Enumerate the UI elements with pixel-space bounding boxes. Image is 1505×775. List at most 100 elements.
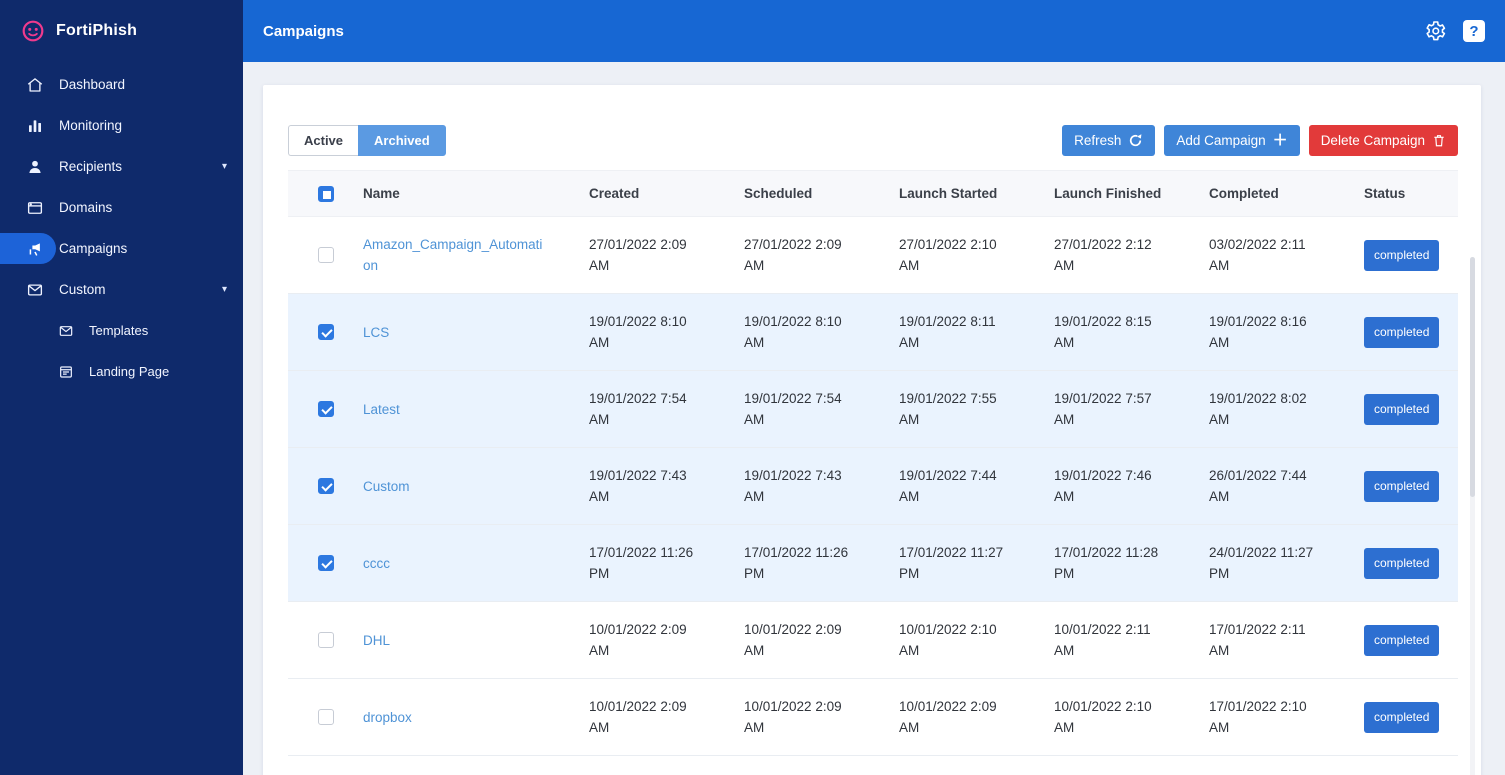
- tabs: Active Archived: [288, 125, 446, 156]
- plus-icon: ＋: [1272, 132, 1288, 149]
- column-header-launch-finished[interactable]: Launch Finished: [1054, 183, 1209, 204]
- content: Active Archived Refresh Add Campaign ＋ D…: [243, 62, 1505, 775]
- created-cell: 19/01/2022 7:43 AM: [589, 468, 687, 504]
- row-checkbox[interactable]: [317, 247, 334, 263]
- tab-active[interactable]: Active: [288, 125, 359, 156]
- table-scrollbar[interactable]: [1470, 257, 1475, 775]
- table-header: Name Created Scheduled Launch Started La…: [288, 170, 1458, 217]
- scheduled-cell: 17/01/2022 11:26 PM: [744, 545, 849, 581]
- row-checkbox[interactable]: [317, 555, 334, 571]
- sidebar-item-custom[interactable]: Custom ▾: [0, 269, 243, 310]
- completed-cell: 03/02/2022 2:11 AM: [1209, 237, 1306, 273]
- table-row: LCS 19/01/2022 8:10 AM 19/01/2022 8:10 A…: [288, 294, 1458, 371]
- chevron-down-icon: ▾: [221, 161, 227, 172]
- launch-started-cell: 17/01/2022 11:27 PM: [899, 545, 1004, 581]
- refresh-button[interactable]: Refresh: [1062, 125, 1156, 156]
- scheduled-cell: 19/01/2022 7:54 AM: [744, 391, 842, 427]
- row-checkbox[interactable]: [317, 709, 334, 725]
- sidebar-item-recipients[interactable]: Recipients ▾: [0, 146, 243, 187]
- fortiphish-logo-icon: [20, 18, 46, 44]
- campaigns-card: Active Archived Refresh Add Campaign ＋ D…: [263, 85, 1481, 775]
- envelope-icon: [58, 323, 74, 339]
- table-row: Latest 19/01/2022 7:54 AM 19/01/2022 7:5…: [288, 371, 1458, 448]
- column-header-scheduled[interactable]: Scheduled: [744, 183, 899, 204]
- column-header-launch-started[interactable]: Launch Started: [899, 183, 1054, 204]
- launch-started-cell: 19/01/2022 8:11 AM: [899, 314, 996, 350]
- row-checkbox[interactable]: [317, 478, 334, 494]
- sidebar-nav: Dashboard Monitoring Recipients ▾ Domain…: [0, 62, 243, 392]
- row-checkbox[interactable]: [317, 324, 334, 340]
- help-icon[interactable]: ?: [1463, 20, 1485, 42]
- settings-gear-icon[interactable]: [1423, 19, 1447, 43]
- app-root: FortiPhish Dashboard Monitoring Recipien…: [0, 0, 1505, 775]
- sidebar-item-label: Recipients: [59, 159, 123, 174]
- launch-finished-cell: 10/01/2022 2:11 AM: [1054, 622, 1151, 658]
- table-body: Amazon_Campaign_Automation 27/01/2022 2:…: [288, 217, 1458, 756]
- table-row: dropbox 10/01/2022 2:09 AM 10/01/2022 2:…: [288, 679, 1458, 756]
- refresh-icon: [1128, 133, 1143, 148]
- table-row: Amazon_Campaign_Automation 27/01/2022 2:…: [288, 217, 1458, 294]
- launch-finished-cell: 10/01/2022 2:10 AM: [1054, 699, 1152, 735]
- envelope-icon: [26, 281, 44, 299]
- sidebar: FortiPhish Dashboard Monitoring Recipien…: [0, 0, 243, 775]
- sidebar-item-campaigns[interactable]: Campaigns: [0, 228, 243, 269]
- sidebar-item-templates[interactable]: Templates: [0, 310, 243, 351]
- campaign-name-link[interactable]: Custom: [363, 479, 410, 494]
- launch-finished-cell: 19/01/2022 7:57 AM: [1054, 391, 1152, 427]
- campaign-name-link[interactable]: DHL: [363, 633, 390, 648]
- delete-campaign-label: Delete Campaign: [1320, 133, 1425, 148]
- brand-name: FortiPhish: [56, 22, 138, 39]
- campaign-name-link[interactable]: Latest: [363, 402, 400, 417]
- scrollbar-thumb[interactable]: [1470, 257, 1475, 497]
- sidebar-item-label: Landing Page: [89, 364, 170, 379]
- scheduled-cell: 10/01/2022 2:09 AM: [744, 622, 842, 658]
- completed-cell: 19/01/2022 8:16 AM: [1209, 314, 1307, 350]
- add-campaign-button[interactable]: Add Campaign ＋: [1164, 125, 1300, 156]
- campaign-name-link[interactable]: LCS: [363, 325, 389, 340]
- campaign-name-link[interactable]: Amazon_Campaign_Automation: [363, 237, 542, 273]
- row-checkbox[interactable]: [317, 401, 334, 417]
- sidebar-item-label: Custom: [59, 282, 106, 297]
- campaign-name-link[interactable]: cccc: [363, 556, 390, 571]
- created-cell: 17/01/2022 11:26 PM: [589, 545, 694, 581]
- campaign-name-link[interactable]: dropbox: [363, 710, 412, 725]
- select-all-checkbox[interactable]: [317, 185, 334, 202]
- created-cell: 27/01/2022 2:09 AM: [589, 237, 687, 273]
- status-badge: completed: [1364, 239, 1440, 271]
- status-badge: completed: [1364, 547, 1440, 579]
- sidebar-item-label: Dashboard: [59, 77, 126, 92]
- bar-chart-icon: [26, 117, 44, 135]
- toolbar-buttons: Refresh Add Campaign ＋ Delete Campaign: [1062, 125, 1458, 156]
- launch-finished-cell: 19/01/2022 8:15 AM: [1054, 314, 1152, 350]
- column-header-completed[interactable]: Completed: [1209, 183, 1364, 204]
- home-icon: [26, 76, 44, 94]
- column-header-status[interactable]: Status: [1364, 183, 1458, 204]
- sidebar-item-dashboard[interactable]: Dashboard: [0, 64, 243, 105]
- sidebar-item-monitoring[interactable]: Monitoring: [0, 105, 243, 146]
- refresh-button-label: Refresh: [1074, 133, 1122, 148]
- column-header-name[interactable]: Name: [363, 183, 589, 204]
- tab-archived[interactable]: Archived: [358, 125, 446, 156]
- launch-started-cell: 27/01/2022 2:10 AM: [899, 237, 997, 273]
- delete-campaign-button[interactable]: Delete Campaign: [1308, 125, 1458, 156]
- campaign-icon: [26, 240, 44, 258]
- scheduled-cell: 19/01/2022 8:10 AM: [744, 314, 842, 350]
- created-cell: 19/01/2022 8:10 AM: [589, 314, 687, 350]
- sidebar-item-domains[interactable]: Domains: [0, 187, 243, 228]
- launch-started-cell: 10/01/2022 2:09 AM: [899, 699, 997, 735]
- topbar-actions: ?: [1423, 19, 1485, 43]
- user-icon: [26, 158, 44, 176]
- launch-finished-cell: 19/01/2022 7:46 AM: [1054, 468, 1152, 504]
- launch-finished-cell: 17/01/2022 11:28 PM: [1054, 545, 1159, 581]
- brand[interactable]: FortiPhish: [0, 0, 243, 62]
- table-row: DHL 10/01/2022 2:09 AM 10/01/2022 2:09 A…: [288, 602, 1458, 679]
- page-icon: [58, 364, 74, 380]
- sidebar-item-landing-page[interactable]: Landing Page: [0, 351, 243, 392]
- sidebar-item-label: Campaigns: [59, 241, 128, 256]
- row-checkbox[interactable]: [317, 632, 334, 648]
- main-area: Campaigns ? Active Archived Refresh Add …: [243, 0, 1505, 775]
- sidebar-custom-submenu: Templates Landing Page: [0, 310, 243, 392]
- created-cell: 10/01/2022 2:09 AM: [589, 699, 687, 735]
- column-header-created[interactable]: Created: [589, 183, 744, 204]
- completed-cell: 24/01/2022 11:27 PM: [1209, 545, 1314, 581]
